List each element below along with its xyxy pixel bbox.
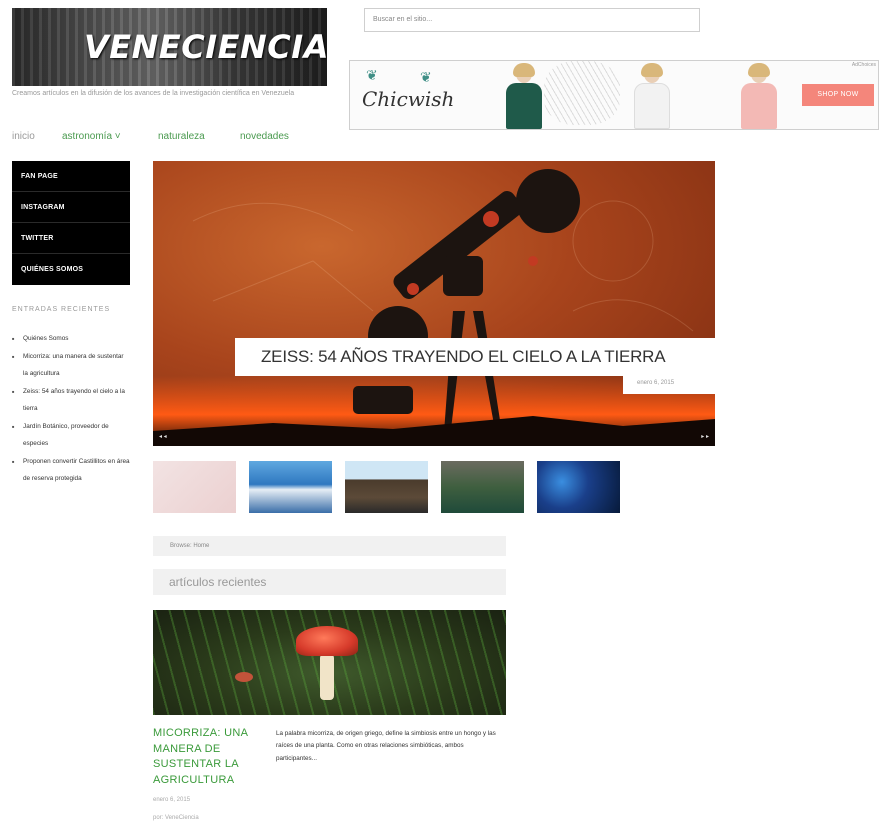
mushroom-graphic [235, 672, 253, 682]
sidebar-item-instagram[interactable]: INSTAGRAM [12, 192, 130, 223]
recent-posts-list: Quiénes Somos Micorriza: una manera de s… [12, 330, 130, 488]
mushroom-stem-graphic [320, 654, 334, 700]
article-excerpt: La palabra micorriza, de origen griego, … [276, 730, 496, 762]
ad-model-image [735, 63, 783, 129]
nav-item-naturaleza[interactable]: naturaleza [158, 131, 240, 142]
ad-model-image [500, 63, 548, 129]
ad-sketch-graphic [544, 61, 620, 125]
logo-text: VENECIENCIA [84, 28, 327, 66]
search-input[interactable]: Buscar en el sitio... [364, 8, 700, 32]
sidebar-menu: FAN PAGE INSTAGRAM TWITTER QUIÉNES SOMOS [12, 161, 130, 285]
ad-shop-button[interactable]: SHOP NOW [802, 84, 874, 106]
article-date: enero 6, 2015 [153, 797, 191, 803]
slider-thumbnails [153, 461, 633, 513]
nav-item-novedades[interactable]: novedades [240, 131, 289, 142]
slider-thumbnail[interactable] [345, 461, 428, 513]
main-nav: inicio astronomía ˅ naturaleza novedades [12, 131, 289, 142]
section-title: artículos recientes [153, 569, 506, 595]
sidebar-item-fan-page[interactable]: FAN PAGE [12, 161, 130, 192]
mushroom-cap-graphic [296, 626, 358, 656]
recent-post-link[interactable]: Jardín Botánico, proveedor de especies [12, 418, 130, 453]
recent-post-link[interactable]: Quiénes Somos [12, 330, 130, 348]
recent-post-link[interactable]: Zeiss: 54 años trayendo el cielo a la ti… [12, 383, 130, 418]
slide-date: enero 6, 2015 [623, 374, 715, 394]
nav-item-astronomia[interactable]: astronomía ˅ [62, 131, 158, 142]
planetarium-projector-image [153, 169, 715, 446]
slide-title[interactable]: ZEISS: 54 AÑOS TRAYENDO EL CIELO A LA TI… [235, 338, 715, 376]
slider-thumbnail[interactable] [441, 461, 524, 513]
sidebar-item-quienes-somos[interactable]: QUIÉNES SOMOS [12, 254, 130, 285]
ad-brand: Chicwish [362, 87, 455, 111]
ad-banner[interactable]: AdChoices ❦ ❦ Chicwish SHOP NOW [349, 60, 879, 130]
bird-icon: ❦ [366, 67, 378, 83]
slider-next-icon[interactable]: ▸ ▸ [701, 433, 709, 440]
nav-item-inicio[interactable]: inicio [12, 131, 62, 142]
adchoices-label[interactable]: AdChoices [852, 62, 876, 68]
site-tagline: Creamos artículos en la difusión de los … [12, 90, 295, 97]
site-logo[interactable]: VENECIENCIA [12, 8, 327, 86]
recent-post-link[interactable]: Micorriza: una manera de sustentar la ag… [12, 348, 130, 383]
slider-prev-icon[interactable]: ◂ ◂ [159, 433, 167, 440]
featured-slider[interactable]: ZEISS: 54 AÑOS TRAYENDO EL CIELO A LA TI… [153, 161, 715, 446]
breadcrumb: Browse: Home [153, 536, 506, 556]
bird-icon: ❦ [420, 69, 432, 85]
article-author[interactable]: por: VeneCiencia [153, 815, 199, 821]
recent-post-link[interactable]: Proponen convertir Castillitos en área d… [12, 453, 130, 488]
slider-thumbnail[interactable] [153, 461, 236, 513]
slider-thumbnail[interactable] [249, 461, 332, 513]
slider-thumbnail[interactable] [537, 461, 620, 513]
recent-posts-heading: ENTRADAS RECIENTES [12, 306, 111, 313]
sidebar-item-twitter[interactable]: TWITTER [12, 223, 130, 254]
article-title[interactable]: MICORRIZA: UNA MANERA DE SUSTENTAR LA AG… [153, 726, 265, 788]
ad-model-image [628, 63, 676, 129]
article-image[interactable] [153, 610, 506, 715]
